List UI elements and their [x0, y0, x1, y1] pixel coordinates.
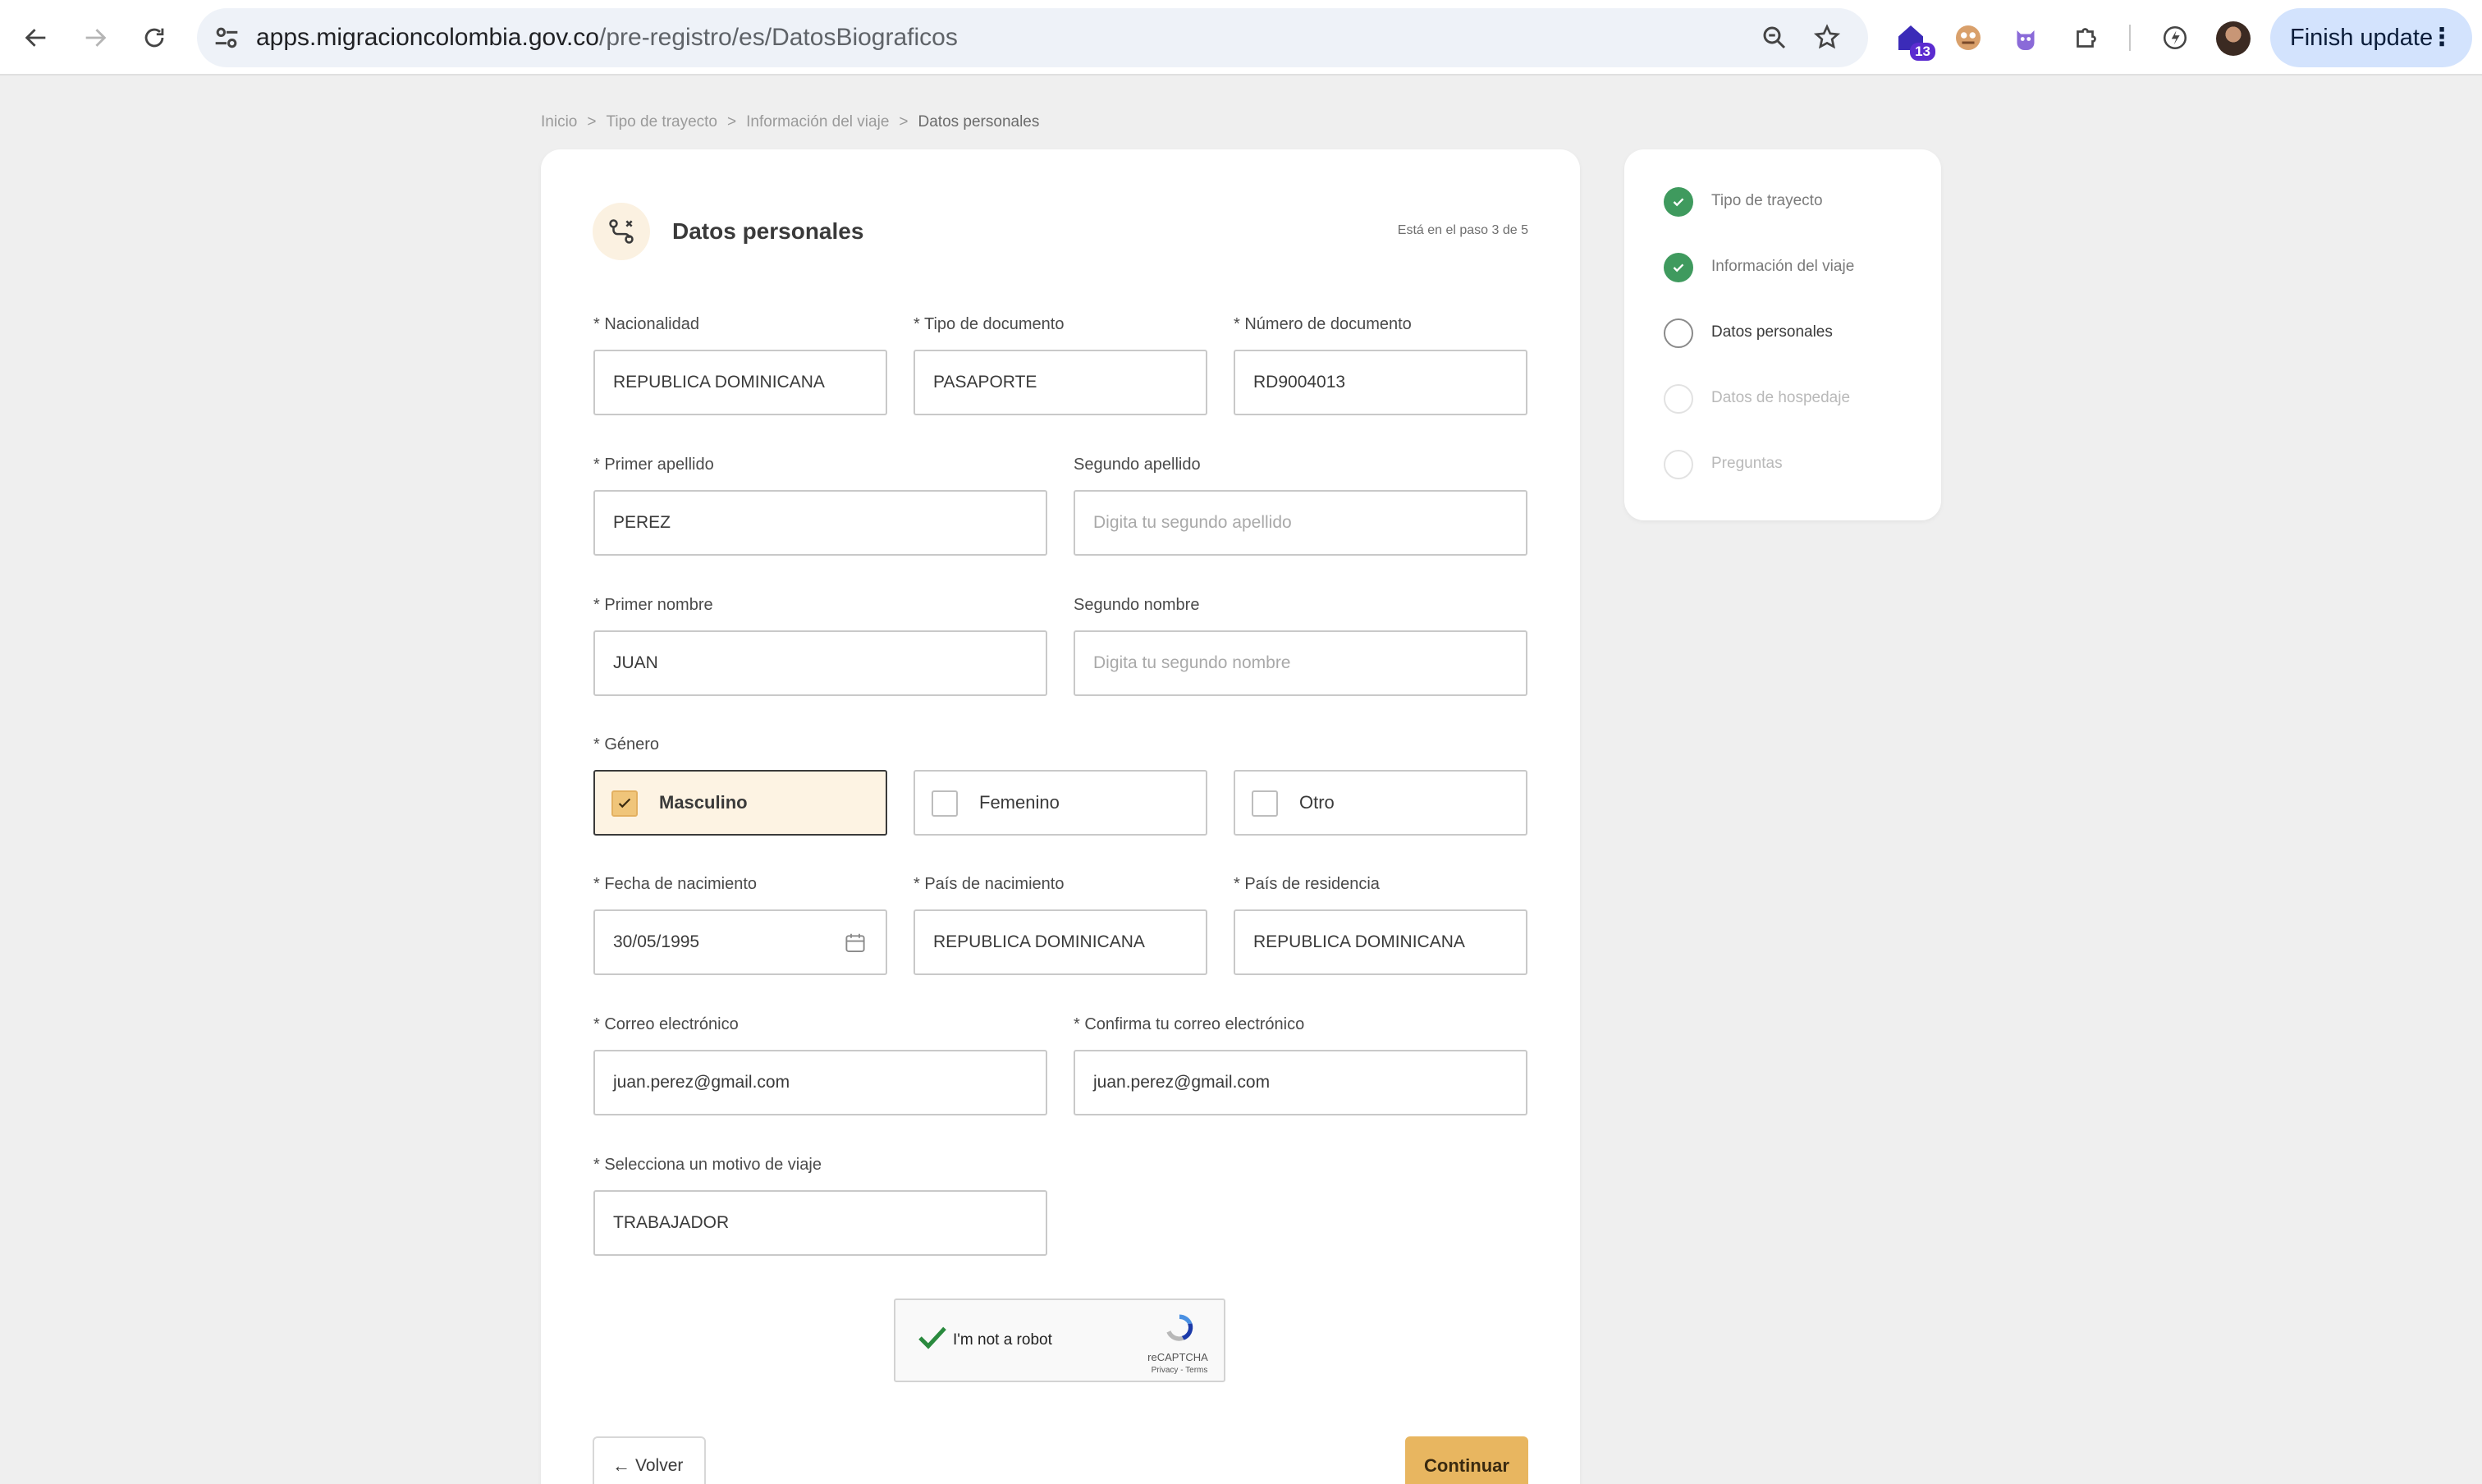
extension-face-icon[interactable] — [1950, 20, 1986, 56]
fecha-nacimiento-value: 30/05/1995 — [613, 932, 700, 951]
step-label: Datos personales — [1711, 323, 1833, 341]
recaptcha-logo-icon — [1166, 1314, 1193, 1341]
motivo-viaje-select[interactable]: TRABAJADOR — [593, 1190, 1047, 1256]
primer-apellido-input[interactable]: PEREZ — [593, 490, 1047, 556]
segundo-apellido-label: Segundo apellido — [1074, 456, 1201, 474]
extension-monster-icon[interactable] — [2008, 20, 2044, 56]
left-arrow-icon: ← — [612, 1455, 630, 1476]
site-settings-icon[interactable] — [210, 21, 243, 54]
motivo-viaje-label: * Selecciona un motivo de viaje — [593, 1156, 822, 1174]
tipo-documento-label: * Tipo de documento — [914, 315, 1065, 333]
page-title: Datos personales — [672, 218, 864, 244]
profile-avatar[interactable] — [2216, 21, 2251, 56]
personal-data-card: Datos personales Está en el paso 3 de 5 … — [541, 149, 1580, 1484]
address-bar[interactable]: apps.migracioncolombia.gov.co/pre-regist… — [197, 8, 1868, 67]
pais-residencia-label: * País de residencia — [1234, 875, 1380, 893]
performance-icon[interactable] — [2157, 20, 2193, 56]
breadcrumb-separator: > — [727, 113, 737, 131]
gender-option-masculino[interactable]: Masculino — [593, 770, 887, 836]
forward-arrow-icon[interactable] — [76, 18, 115, 57]
zoom-icon[interactable] — [1760, 23, 1789, 53]
pais-residencia-select[interactable]: REPUBLICA DOMINICANA — [1234, 909, 1527, 975]
continue-button[interactable]: Continuar — [1405, 1436, 1528, 1484]
correo-label: * Correo electrónico — [593, 1015, 739, 1033]
gender-option-label: Femenino — [979, 792, 1060, 813]
gender-option-otro[interactable]: Otro — [1234, 770, 1527, 836]
recaptcha-checkmark-icon[interactable] — [914, 1321, 951, 1354]
step-label: Información del viaje — [1711, 258, 1855, 275]
extension-house-icon[interactable]: 13 — [1893, 20, 1935, 61]
pending-step-circle-icon — [1664, 450, 1693, 479]
step-indicator: Está en el paso 3 de 5 — [1397, 223, 1528, 237]
extensions-puzzle-icon[interactable] — [2068, 20, 2104, 56]
genero-label: * Género — [593, 735, 660, 753]
more-menu-icon[interactable]: ⋮ — [2429, 8, 2454, 67]
step-label: Tipo de trayecto — [1711, 192, 1823, 209]
nacionalidad-select[interactable]: REPUBLICA DOMINICANA — [593, 350, 887, 415]
fecha-nacimiento-label: * Fecha de nacimiento — [593, 875, 758, 893]
confirm-email-field[interactable]: juan.perez@gmail.com — [1074, 1050, 1527, 1115]
tipo-documento-select[interactable]: PASAPORTE — [914, 350, 1207, 415]
numero-documento-input[interactable]: RD9004013 — [1234, 350, 1527, 415]
calendar-icon[interactable] — [843, 931, 868, 955]
breadcrumb-separator: > — [587, 113, 597, 131]
gender-option-femenino[interactable]: Femenino — [914, 770, 1207, 836]
breadcrumb-informacion-viaje[interactable]: Información del viaje — [746, 113, 889, 131]
url-text: apps.migracioncolombia.gov.co/pre-regist… — [256, 24, 958, 51]
checkbox-icon — [932, 790, 958, 817]
finish-update-button[interactable]: Finish update ⋮ — [2270, 8, 2472, 67]
toolbar-divider — [2129, 25, 2131, 51]
step-label: Preguntas — [1711, 455, 1783, 472]
extension-badge: 13 — [1910, 43, 1935, 61]
breadcrumb: Inicio > Tipo de trayecto > Información del … — [541, 113, 1039, 131]
checked-checkbox-icon — [611, 790, 638, 817]
current-step-circle-icon — [1664, 318, 1693, 348]
checkbox-icon — [1252, 790, 1278, 817]
recaptcha-label: I'm not a robot — [953, 1331, 1052, 1349]
nacionalidad-label: * Nacionalidad — [593, 315, 699, 333]
back-arrow-icon[interactable] — [16, 18, 56, 57]
reload-icon[interactable] — [135, 18, 174, 57]
step-label: Datos de hospedaje — [1711, 389, 1851, 406]
gender-option-label: Otro — [1299, 792, 1335, 813]
pending-step-circle-icon — [1664, 384, 1693, 414]
numero-documento-label: * Número de documento — [1234, 315, 1412, 333]
check-circle-icon — [1664, 187, 1693, 217]
browser-toolbar: apps.migracioncolombia.gov.co/pre-regist… — [0, 0, 2482, 76]
back-button-label: Volver — [635, 1456, 684, 1475]
route-icon — [593, 203, 650, 260]
check-circle-icon — [1664, 253, 1693, 282]
gender-option-label: Masculino — [659, 792, 748, 813]
primer-nombre-label: * Primer nombre — [593, 596, 713, 614]
bookmark-star-icon[interactable] — [1812, 23, 1842, 53]
finish-update-label: Finish update — [2290, 25, 2434, 51]
primer-nombre-input[interactable]: JUAN — [593, 630, 1047, 696]
pais-nacimiento-label: * País de nacimiento — [914, 875, 1065, 893]
back-button[interactable]: ← Volver — [593, 1436, 706, 1484]
segundo-apellido-input[interactable]: Digita tu segundo apellido — [1074, 490, 1527, 556]
recaptcha-brand: reCAPTCHA — [1147, 1351, 1208, 1363]
recaptcha-terms-link[interactable]: Privacy - Terms — [1147, 1366, 1212, 1375]
breadcrumb-inicio[interactable]: Inicio — [541, 113, 577, 131]
pais-nacimiento-select[interactable]: REPUBLICA DOMINICANA — [914, 909, 1207, 975]
fecha-nacimiento-input[interactable]: 30/05/1995 — [593, 909, 887, 975]
segundo-nombre-label: Segundo nombre — [1074, 596, 1200, 614]
confirma-correo-label: * Confirma tu correo electrónico — [1074, 1015, 1305, 1033]
primer-apellido-label: * Primer apellido — [593, 456, 714, 474]
breadcrumb-separator: > — [899, 113, 909, 131]
recaptcha-widget[interactable]: I'm not a robot reCAPTCHA Privacy - Term… — [894, 1298, 1225, 1382]
breadcrumb-tipo-trayecto[interactable]: Tipo de trayecto — [606, 113, 717, 131]
email-field[interactable]: juan.perez@gmail.com — [593, 1050, 1047, 1115]
breadcrumb-datos-personales: Datos personales — [918, 113, 1040, 131]
segundo-nombre-input[interactable]: Digita tu segundo nombre — [1074, 630, 1527, 696]
progress-steps: Tipo de trayecto Información del viaje D… — [1624, 149, 1941, 520]
